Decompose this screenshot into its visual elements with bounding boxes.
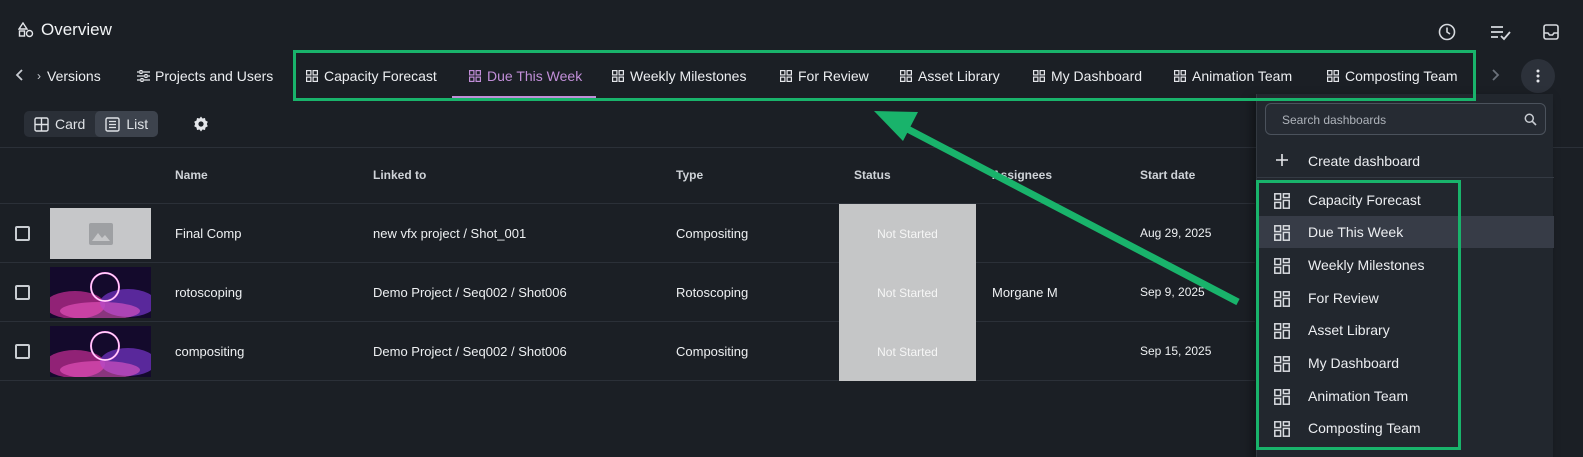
row-checkbox[interactable] [15, 344, 30, 359]
dashboard-icon [1274, 258, 1290, 274]
chevron-right-icon[interactable] [1488, 66, 1504, 84]
dashboard-icon [1174, 70, 1186, 82]
tab-asset-library[interactable]: Asset Library [900, 54, 1000, 98]
thumbnail-image [50, 326, 151, 377]
create-dashboard-button[interactable]: Create dashboard [1257, 144, 1554, 178]
more-vertical-icon [1536, 69, 1540, 83]
active-tab-indicator [452, 96, 596, 98]
dropdown-item-animation-team[interactable]: Animation Team [1257, 380, 1554, 412]
dashboard-icon [1274, 389, 1290, 405]
dropdown-item-asset-library[interactable]: Asset Library [1257, 314, 1554, 346]
dashboard-icon [469, 70, 481, 82]
table-row[interactable]: Final Comp new vfx project / Shot_001 Co… [0, 204, 1255, 263]
tab-capacity-forecast[interactable]: Capacity Forecast [306, 54, 437, 98]
task-type: Compositing [676, 226, 749, 241]
table-header: Name Linked to Type Status Assignees Sta… [0, 148, 1255, 204]
start-date: Sep 9, 2025 [1140, 285, 1205, 299]
dropdown-item-due-this-week[interactable]: Due This Week [1257, 216, 1554, 248]
shapes-icon [18, 22, 34, 38]
column-header-status[interactable]: Status [854, 168, 891, 182]
task-name: rotoscoping [175, 285, 243, 300]
tab-my-dashboard[interactable]: My Dashboard [1033, 54, 1142, 98]
table-row[interactable]: compositing Demo Project / Seq002 / Shot… [0, 322, 1255, 381]
chevron-right-icon: › [37, 69, 41, 83]
dashboard-icon [900, 70, 912, 82]
list-view-button[interactable]: List [95, 111, 159, 137]
table-row[interactable]: rotoscoping Demo Project / Seq002 / Shot… [0, 263, 1255, 322]
status-cell[interactable]: Not Started [839, 204, 976, 263]
dashboard-icon [306, 70, 318, 82]
column-header-start-date[interactable]: Start date [1140, 168, 1195, 182]
app-title: Overview [18, 20, 112, 40]
row-checkbox[interactable] [15, 285, 30, 300]
linked-to: Demo Project / Seq002 / Shot006 [373, 285, 567, 300]
dashboard-icon [1274, 225, 1290, 241]
dashboard-icon [1274, 421, 1290, 437]
dashboard-icon [1274, 193, 1290, 209]
dashboard-icon [780, 70, 792, 82]
dropdown-item-composting-team[interactable]: Composting Team [1257, 412, 1554, 444]
search-icon [1524, 113, 1537, 126]
card-view-button[interactable]: Card [24, 111, 95, 137]
linked-to: Demo Project / Seq002 / Shot006 [373, 344, 567, 359]
image-icon [88, 222, 113, 245]
top-bar: Overview [0, 0, 1583, 58]
start-date: Aug 29, 2025 [1140, 226, 1212, 240]
row-checkbox[interactable] [15, 226, 30, 241]
list-icon [105, 116, 121, 132]
task-type: Compositing [676, 344, 749, 359]
tab-weekly-milestones[interactable]: Weekly Milestones [612, 54, 746, 98]
column-header-linked-to[interactable]: Linked to [373, 168, 426, 182]
column-header-type[interactable]: Type [676, 168, 703, 182]
task-name: compositing [175, 344, 245, 359]
search-placeholder: Search dashboards [1282, 113, 1387, 127]
assignees: Morgane M [992, 285, 1058, 300]
search-dashboards-input[interactable]: Search dashboards [1265, 103, 1546, 135]
dashboard-icon [612, 70, 624, 82]
chevron-left-icon[interactable] [12, 66, 28, 84]
start-date: Sep 15, 2025 [1140, 344, 1212, 358]
inbox-icon[interactable] [1541, 22, 1561, 42]
tab-due-this-week[interactable]: Due This Week [469, 54, 582, 98]
page-title: Overview [41, 20, 112, 39]
plus-icon [1275, 153, 1289, 167]
tab-versions[interactable]: › Versions [37, 54, 101, 98]
thumbnail-image [50, 267, 151, 318]
dropdown-item-weekly-milestones[interactable]: Weekly Milestones [1257, 249, 1554, 281]
clock-icon[interactable] [1437, 22, 1457, 42]
tab-animation-team[interactable]: Animation Team [1174, 54, 1292, 98]
column-header-assignees[interactable]: Assignees [992, 168, 1052, 182]
task-name: Final Comp [175, 226, 242, 241]
tab-for-review[interactable]: For Review [780, 54, 869, 98]
task-type: Rotoscoping [676, 285, 749, 300]
status-cell[interactable]: Not Started [839, 322, 976, 381]
tab-projects-and-users[interactable]: Projects and Users [137, 54, 273, 98]
status-cell[interactable]: Not Started [839, 263, 976, 322]
dashboard-icon [1274, 291, 1290, 307]
thumbnail-placeholder [50, 208, 151, 259]
gear-icon[interactable] [192, 115, 210, 133]
dashboard-icon [1274, 356, 1290, 372]
column-header-name[interactable]: Name [175, 168, 208, 182]
dropdown-item-my-dashboard[interactable]: My Dashboard [1257, 347, 1554, 379]
dashboard-tabs: › Versions Projects and Users Capacity F… [0, 54, 1583, 98]
tab-composting-team[interactable]: Composting Team [1327, 54, 1458, 98]
checklist-icon[interactable] [1489, 22, 1511, 42]
linked-to: new vfx project / Shot_001 [373, 226, 527, 241]
task-table: Name Linked to Type Status Assignees Sta… [0, 148, 1255, 381]
dropdown-item-capacity-forecast[interactable]: Capacity Forecast [1257, 184, 1554, 216]
grid-icon [34, 116, 49, 132]
dashboard-icon [1274, 323, 1290, 339]
more-options-button[interactable] [1521, 59, 1555, 93]
dashboards-dropdown: Search dashboards Create dashboard Capac… [1256, 94, 1554, 457]
sliders-icon [137, 70, 150, 82]
view-toggle: Card List [24, 111, 159, 137]
dashboard-icon [1327, 70, 1339, 82]
dropdown-item-for-review[interactable]: For Review [1257, 282, 1554, 314]
dashboard-icon [1033, 70, 1045, 82]
